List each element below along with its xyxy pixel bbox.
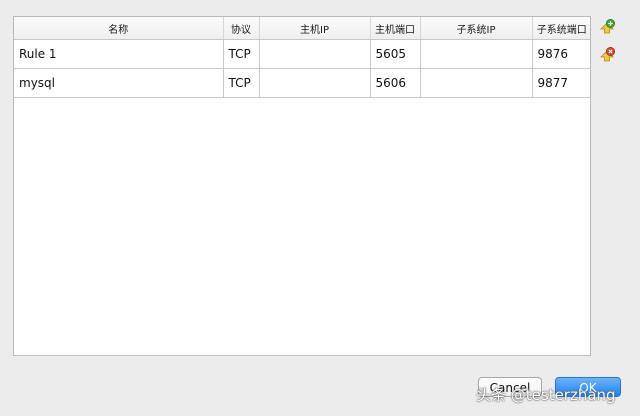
cell-protocol[interactable]: TCP <box>223 68 260 98</box>
column-header-host-ip[interactable]: 主机IP <box>259 17 371 40</box>
cell-guest-ip[interactable] <box>420 39 533 69</box>
port-forwarding-table[interactable]: 名称 协议 主机IP 主机端口 子系统IP 子系统端口 Rule 1 TCP 5… <box>13 16 591 356</box>
table-row[interactable]: mysql TCP 5606 9877 <box>14 68 590 98</box>
table-row[interactable]: Rule 1 TCP 5605 9876 <box>14 39 590 69</box>
cell-guest-port[interactable]: 9877 <box>532 68 590 98</box>
add-rule-icon[interactable] <box>598 18 616 36</box>
cell-guest-port[interactable]: 9876 <box>532 39 590 69</box>
remove-rule-icon[interactable] <box>598 46 616 64</box>
cell-name[interactable]: mysql <box>14 68 224 98</box>
cell-protocol[interactable]: TCP <box>223 39 260 69</box>
cell-host-ip[interactable] <box>259 39 371 69</box>
rule-actions <box>598 18 618 74</box>
cell-host-ip[interactable] <box>259 68 371 98</box>
cell-name[interactable]: Rule 1 <box>14 39 224 69</box>
cancel-button[interactable]: Cancel <box>478 377 542 397</box>
cell-host-port[interactable]: 5605 <box>370 39 421 69</box>
port-forwarding-dialog: 名称 协议 主机IP 主机端口 子系统IP 子系统端口 Rule 1 TCP 5… <box>0 0 640 416</box>
column-header-guest-ip[interactable]: 子系统IP <box>420 17 533 40</box>
cell-host-port[interactable]: 5606 <box>370 68 421 98</box>
column-header-protocol[interactable]: 协议 <box>223 17 260 40</box>
column-header-host-port[interactable]: 主机端口 <box>370 17 421 40</box>
cell-guest-ip[interactable] <box>420 68 533 98</box>
column-header-guest-port[interactable]: 子系统端口 <box>532 17 590 40</box>
ok-button[interactable]: OK <box>555 377 621 397</box>
column-header-name[interactable]: 名称 <box>14 17 224 40</box>
table-header-row: 名称 协议 主机IP 主机端口 子系统IP 子系统端口 <box>14 17 590 40</box>
